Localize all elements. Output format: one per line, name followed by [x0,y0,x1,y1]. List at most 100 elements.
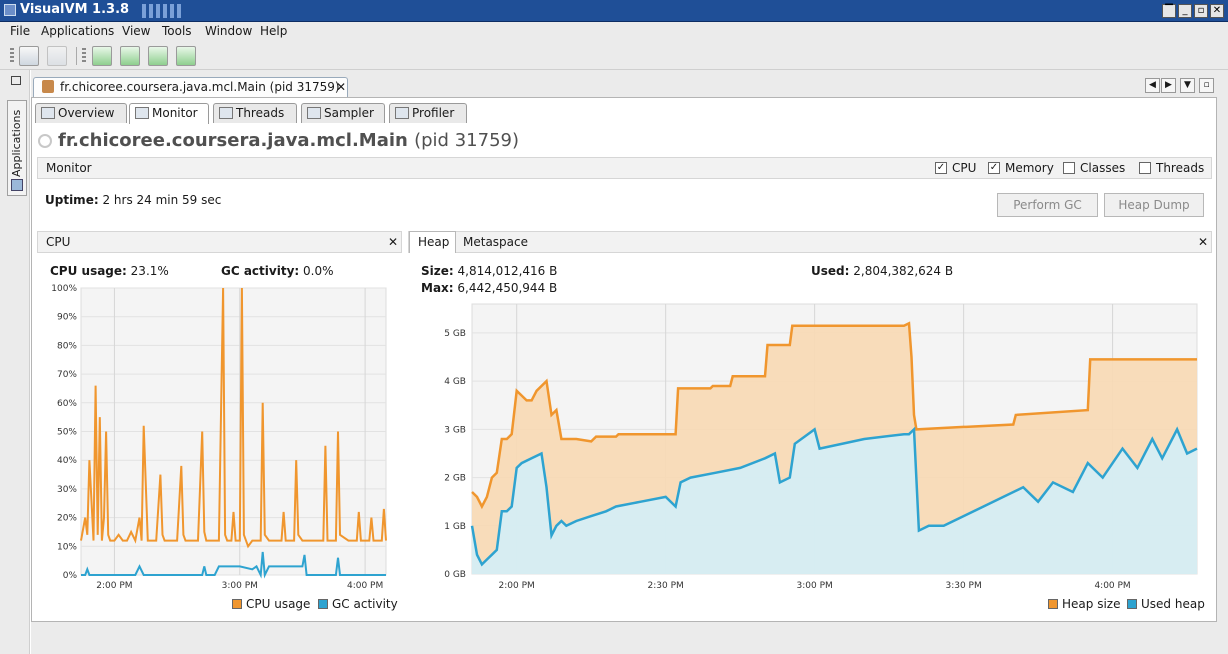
tab-sampler-label: Sampler [324,106,374,120]
snapshot-icon[interactable] [176,46,196,66]
document-tab[interactable]: fr.chicoree.coursera.java.mcl.Main (pid … [33,77,348,97]
cpu-y-tick-label: 60% [57,399,77,409]
app-name: fr.chicoree.coursera.java.mcl.Main [58,130,408,151]
cpu-y-tick-label: 20% [57,514,77,524]
toolbar-grip [10,48,14,64]
cpu-checkbox-label: CPU [952,161,977,175]
cpu-x-tick-label: 3:00 PM [222,581,258,591]
used-heap-legend-swatch [1127,599,1137,609]
heap-dump-icon[interactable] [120,46,140,66]
memory-checkbox[interactable]: ✓ [988,162,1000,174]
sidebar-tab-applications[interactable]: Applications [7,100,27,196]
cpu-usage-legend-swatch [232,599,242,609]
overview-icon [41,107,55,119]
menu-view[interactable]: View [122,24,150,38]
scroll-left-button[interactable]: ◀ [1145,78,1160,93]
heap-y-tick-label: 4 GB [444,377,466,387]
status-circle-icon [38,134,52,148]
cpu-y-tick-label: 70% [57,370,77,380]
cpu-x-tick-label: 4:00 PM [347,581,383,591]
heap-x-tick-label: 3:00 PM [797,581,833,591]
cpu-y-tick-label: 0% [63,571,78,581]
shade-button[interactable]: ▔ [1162,4,1176,18]
heap-used-label: Used: [811,264,850,278]
menu-tools[interactable]: Tools [162,24,192,38]
heap-chart: 0 GB 1 GB 2 GB 3 GB 4 GB 5 GB 2:00 PM 2:30 PM 3:… [444,303,1198,591]
cpu-y-tick-label: 90% [57,313,77,323]
show-opened-documents-button[interactable]: ▼ [1180,78,1195,93]
tab-profiler[interactable]: Profiler [389,103,467,123]
java-app-icon [42,80,54,93]
heap-size-label: Size: [421,264,454,278]
tab-threads[interactable]: Threads [213,103,297,123]
gc-activity-legend-swatch [318,599,328,609]
add-jmx-icon[interactable] [92,46,112,66]
heap-x-tick-label: 3:30 PM [945,581,981,591]
page-title: fr.chicoree.coursera.java.mcl.Main (pid … [58,130,519,151]
classes-checkbox[interactable] [1063,162,1075,174]
cpu-usage-legend-label: CPU usage [246,597,311,611]
document-tab-title: fr.chicoree.coursera.java.mcl.Main (pid … [60,80,340,94]
cpu-chart: 0% 10% 20% 30% 40% 50% 60% 70% 80% 90% 100% 2:00 PM… [51,284,387,591]
heap-panel-header: Heap Metaspace ✕ [408,231,1212,253]
heap-size-stat: Size: 4,814,012,416 B [421,264,557,278]
tab-profiler-label: Profiler [412,106,455,120]
menu-window[interactable]: Window [205,24,252,38]
thread-dump-icon[interactable] [148,46,168,66]
cpu-y-tick-label: 30% [57,485,77,495]
tab-monitor-label: Monitor [152,106,198,120]
open-icon[interactable] [19,46,39,66]
minimize-button[interactable]: _ [1178,4,1192,18]
menu-bar: File Applications View Tools Window Help [0,22,1228,42]
sampler-icon [307,107,321,119]
maximize-window-button[interactable]: ▫ [1199,78,1214,93]
app-pid: (pid 31759) [414,130,519,151]
tab-overview[interactable]: Overview [35,103,127,123]
uptime-value: 2 hrs 24 min 59 sec [102,193,222,207]
threads-checkbox-label: Threads [1156,161,1205,175]
gc-activity-legend-label: GC activity [332,597,398,611]
menu-applications[interactable]: Applications [41,24,114,38]
save-icon[interactable] [47,46,67,66]
scroll-right-button[interactable]: ▶ [1161,78,1176,93]
heap-size-value: 4,814,012,416 B [457,264,558,278]
tab-threads-label: Threads [236,106,285,120]
cpu-usage-stat: CPU usage: 23.1% [50,264,169,278]
tab-metaspace[interactable]: Metaspace [463,235,528,249]
heap-x-tick-label: 2:30 PM [648,581,684,591]
threads-icon [219,107,233,119]
tab-sampler[interactable]: Sampler [301,103,385,123]
heap-y-tick-label: 2 GB [444,474,466,484]
threads-checkbox[interactable] [1139,162,1151,174]
heap-x-tick-label: 2:00 PM [499,581,535,591]
toolbar-grip [82,48,86,64]
tab-monitor[interactable]: Monitor [129,103,209,124]
restore-window-icon[interactable] [11,76,21,85]
applications-icon [11,179,23,191]
cpu-checkbox[interactable]: ✓ [935,162,947,174]
heap-y-tick-label: 1 GB [444,522,466,532]
cpu-usage-value: 23.1% [130,264,169,278]
close-button[interactable]: ✕ [1210,4,1224,18]
profiler-icon [395,107,409,119]
close-cpu-panel-icon[interactable]: ✕ [388,235,398,249]
close-tab-icon[interactable]: ✕ [336,80,346,94]
heap-y-tick-label: 0 GB [444,570,466,580]
uptime-label: Uptime: [45,193,99,207]
maximize-button[interactable]: ▫ [1194,4,1208,18]
cpu-panel-header: CPU ✕ [37,231,402,253]
tab-heap-label: Heap [418,235,450,249]
heap-max-label: Max: [421,281,454,295]
heap-y-tick-label: 5 GB [444,329,466,339]
perform-gc-button[interactable]: Perform GC [997,193,1098,217]
cpu-y-tick-label: 50% [57,428,77,438]
sidebar-tab-label: Applications [10,109,23,177]
menu-file[interactable]: File [10,24,30,38]
tab-heap[interactable]: Heap [409,231,456,253]
app-menu-icon[interactable] [4,4,16,16]
close-heap-panel-icon[interactable]: ✕ [1198,235,1208,249]
heap-size-legend-label: Heap size [1062,597,1121,611]
menu-help[interactable]: Help [260,24,287,38]
window-title: VisualVM 1.3.8 [20,2,130,17]
heap-dump-button[interactable]: Heap Dump [1104,193,1204,217]
